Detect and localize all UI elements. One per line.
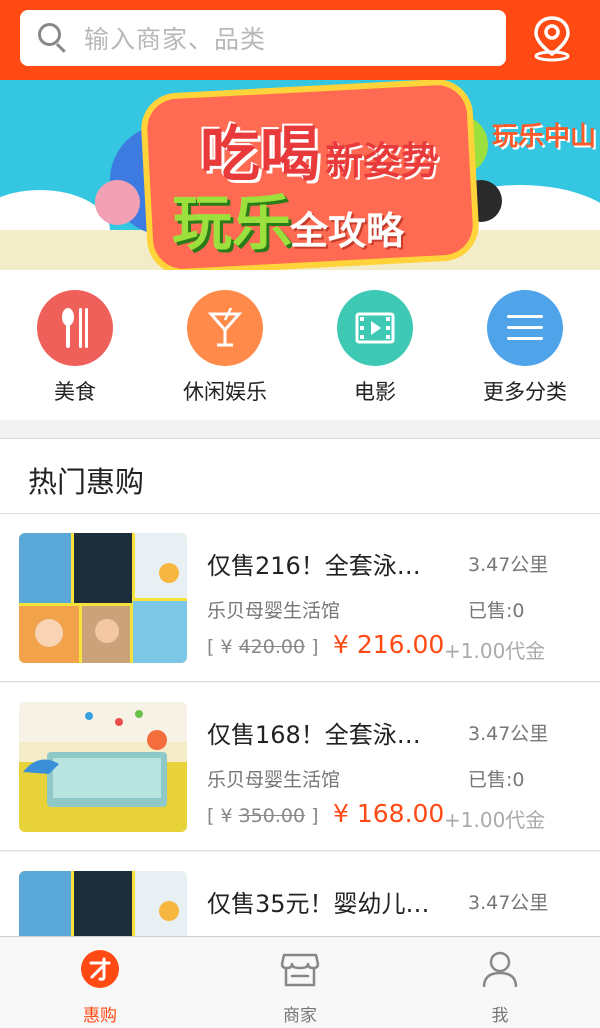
section-header: 热门惠购 bbox=[0, 438, 600, 514]
category-leisure-label: 休闲娱乐 bbox=[183, 380, 267, 404]
deal-sold: 已售:0 bbox=[468, 600, 525, 622]
deal-price: ¥ 168.00 bbox=[333, 799, 445, 828]
deal-original-price: [ ¥ 350.00 ] bbox=[207, 805, 319, 827]
deal-shop: 乐贝母婴生活馆 bbox=[207, 600, 341, 622]
menu-icon bbox=[487, 290, 563, 366]
category-food[interactable]: 美食 bbox=[0, 270, 150, 420]
deal-shop: 乐贝母婴生活馆 bbox=[207, 769, 341, 791]
category-row: 美食 休闲娱乐 电影 更多分类 bbox=[0, 270, 600, 420]
location-pin-icon bbox=[534, 16, 570, 62]
deal-thumbnail bbox=[19, 702, 187, 832]
deal-sold: 已售:0 bbox=[468, 769, 525, 791]
tab-stores-label: 商家 bbox=[283, 1006, 317, 1026]
deal-original-price: [ ¥ 420.00 ] bbox=[207, 636, 319, 658]
store-icon bbox=[280, 953, 320, 987]
film-icon bbox=[337, 290, 413, 366]
search-icon bbox=[38, 23, 68, 53]
tab-deals-label: 惠购 bbox=[83, 1006, 117, 1026]
deal-title: 仅售216！全套泳… bbox=[207, 552, 421, 580]
top-bar: 输入商家、品类 bbox=[0, 0, 600, 80]
app-screen: 输入商家、品类 吃喝 新姿势 玩乐 全攻略 玩乐中山 美食 休闲娱乐 电影 更多… bbox=[0, 0, 600, 1028]
deal-distance: 3.47公里 bbox=[468, 554, 549, 576]
category-more-label: 更多分类 bbox=[483, 380, 567, 404]
deal-voucher: +1.00代金 bbox=[444, 639, 546, 663]
deal-title: 仅售168！全套泳… bbox=[207, 721, 421, 749]
cocktail-icon bbox=[187, 290, 263, 366]
category-movie-label: 电影 bbox=[354, 380, 396, 404]
category-leisure[interactable]: 休闲娱乐 bbox=[150, 270, 300, 420]
banner-text-line4: 全攻略 bbox=[290, 209, 405, 253]
banner-text-line3: 玩乐 bbox=[172, 189, 292, 259]
tab-deals[interactable]: 惠购 bbox=[0, 937, 200, 1028]
bottom-tab-bar: 惠购 商家 我 bbox=[0, 936, 600, 1028]
deal-price: ¥ 216.00 bbox=[333, 630, 445, 659]
banner-text-line2: 新姿势 bbox=[325, 139, 440, 183]
section-title: 热门惠购 bbox=[28, 465, 145, 499]
fork-knife-icon bbox=[37, 290, 113, 366]
deal-icon bbox=[81, 950, 119, 988]
deal-title: 仅售35元！婴幼儿… bbox=[207, 890, 430, 918]
promo-banner[interactable]: 吃喝 新姿势 玩乐 全攻略 玩乐中山 bbox=[0, 80, 600, 270]
tab-me[interactable]: 我 bbox=[400, 937, 600, 1028]
search-input[interactable]: 输入商家、品类 bbox=[84, 20, 266, 56]
deal-distance: 3.47公里 bbox=[468, 892, 549, 914]
user-icon bbox=[482, 951, 518, 988]
location-button[interactable] bbox=[526, 12, 578, 64]
banner-character bbox=[95, 180, 140, 225]
tab-stores[interactable]: 商家 bbox=[200, 937, 400, 1028]
deal-item[interactable]: 仅售168！全套泳… 3.47公里 乐贝母婴生活馆 已售:0 [ ¥ 350.0… bbox=[0, 683, 600, 851]
deal-thumbnail bbox=[19, 533, 187, 663]
deal-voucher: +1.00代金 bbox=[444, 808, 546, 832]
category-food-label: 美食 bbox=[54, 380, 96, 404]
banner-logo: 玩乐中山 bbox=[492, 122, 597, 152]
deal-distance: 3.47公里 bbox=[468, 723, 549, 745]
tab-me-label: 我 bbox=[491, 1006, 509, 1026]
deal-item[interactable]: 仅售216！全套泳… 3.47公里 乐贝母婴生活馆 已售:0 [ ¥ 420.0… bbox=[0, 514, 600, 682]
search-bar[interactable]: 输入商家、品类 bbox=[20, 10, 506, 66]
category-more[interactable]: 更多分类 bbox=[450, 270, 600, 420]
category-movie[interactable]: 电影 bbox=[300, 270, 450, 420]
